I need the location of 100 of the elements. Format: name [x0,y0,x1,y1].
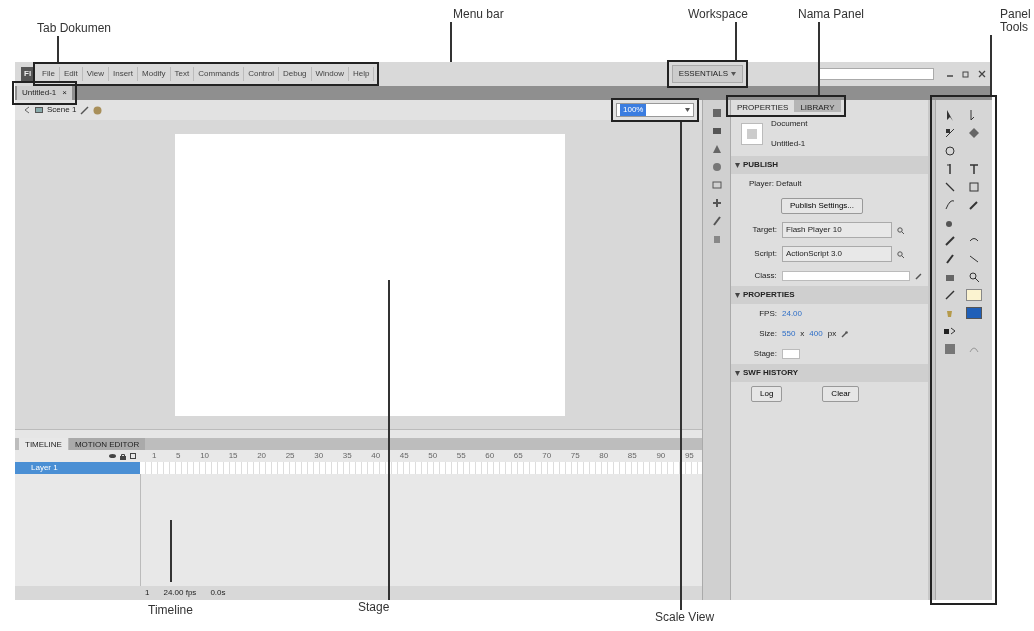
tool-button[interactable] [942,144,958,158]
timeline-status: 24.00 fps [163,587,197,599]
input-field[interactable] [781,271,911,281]
search-icon[interactable] [897,226,904,234]
panel-icon[interactable] [711,126,722,136]
callout-label: Scale View [655,611,715,625]
frame-number: 80 [599,450,609,462]
callout-label: Nama Panel [798,8,865,22]
close-icon[interactable] [978,70,986,78]
frame-number: 40 [371,450,381,462]
field-label: Class: [753,270,777,282]
frame-number: 75 [570,450,580,462]
pencil-icon[interactable] [915,272,922,280]
tool-icon [968,127,980,139]
color-swatch[interactable] [782,349,800,359]
fill-color-swatch[interactable] [966,307,982,319]
eye-icon[interactable] [109,452,116,459]
panel-button[interactable]: Clear [822,386,860,402]
tool-icon [944,199,956,211]
field-label: Size: [758,328,777,340]
menu-item[interactable]: Window [311,67,349,81]
frame-number: 15 [228,450,238,462]
frame-number: 55 [456,450,466,462]
timeline-status: 0.0s [210,587,226,599]
section-header[interactable]: SWF HISTORY [731,364,928,382]
menu-item[interactable]: View [82,67,109,81]
panel-tab[interactable]: PROPERTIES [731,100,795,112]
scene-label: Scene 1 [47,104,77,116]
tool-icon [944,181,956,193]
frame-number: 30 [314,450,324,462]
tool-icon [968,163,980,175]
menu-item[interactable]: Commands [194,67,245,81]
stroke-color-swatch[interactable] [966,289,982,301]
menu-item[interactable]: Modify [138,67,171,81]
scene-icon [35,106,43,114]
search-icon[interactable] [897,250,904,258]
outline-icon[interactable] [130,452,136,459]
panel-tab[interactable]: TIMELINE [19,438,68,450]
panel-icon[interactable] [711,216,722,226]
menu-item[interactable]: Insert [109,67,138,81]
frame-number: 90 [656,450,666,462]
frame-number: 95 [684,450,694,462]
swap-colors-icon[interactable] [944,326,956,336]
value-text[interactable]: 400 [809,328,823,340]
frame-number: 5 [176,450,181,462]
tool-icon [968,181,980,193]
edit-symbol-icon[interactable] [80,105,90,115]
tool-icon [968,271,980,283]
select-field[interactable]: Flash Player 10 [782,222,892,238]
settings-button[interactable]: Publish Settings... [781,198,864,214]
value-text[interactable]: 550 [782,328,796,340]
tab-close-button[interactable]: × [62,87,67,99]
tool-icon [944,127,956,139]
menu-item[interactable]: Help [349,67,375,81]
search-field[interactable] [819,68,934,80]
panel-icon[interactable] [711,198,722,208]
bucket-icon [945,308,955,318]
panel-icon[interactable] [711,162,722,172]
field-label: Player: Default [749,178,802,190]
tool-button[interactable] [966,270,982,284]
menu-item[interactable]: Control [244,67,279,81]
lock-icon[interactable] [120,452,126,460]
tool-icon [968,199,980,211]
menu-item[interactable]: Edit [60,67,83,81]
panel-icon[interactable] [711,180,722,190]
value-text[interactable]: 24.00 [782,308,803,320]
frame-number: 25 [285,450,295,462]
frame-number: 85 [627,450,637,462]
frame-number: 35 [342,450,352,462]
field-label: Stage: [752,348,777,360]
caret-icon [731,72,736,76]
pencil-icon [945,290,955,300]
menu-item[interactable]: File [38,67,60,81]
frame-number: 60 [485,450,495,462]
timeline-status: 1 [145,587,150,599]
horizontal-scrollbar[interactable] [15,429,702,438]
section-header[interactable]: PUBLISH [731,156,928,174]
document-icon [741,123,763,145]
restore-icon[interactable] [962,70,970,78]
panel-icon[interactable] [711,108,722,118]
caret-icon [685,108,690,112]
workspace-switcher[interactable]: ESSENTIALS [671,65,743,83]
frame-number: 50 [428,450,438,462]
zoom-dropdown[interactable]: 100% [616,103,694,117]
document-tab[interactable]: Untitled-1 × [17,86,72,100]
menu-item[interactable]: Text [170,67,195,81]
field-label: FPS: [758,308,777,320]
callout-line [450,22,452,62]
separator-text: x [800,328,805,340]
panel-icon[interactable] [711,144,722,154]
panel-button[interactable]: Log [751,386,783,402]
section-header[interactable]: PROPERTIES [731,286,928,304]
wrench-icon[interactable] [841,330,849,338]
callout-label: Panel Tools [1000,8,1032,35]
menu-item[interactable]: Debug [278,67,312,81]
panel-tab[interactable]: MOTION EDITOR [68,438,146,450]
frame-number: 45 [399,450,409,462]
frame-number: 65 [513,450,523,462]
select-field[interactable]: ActionScript 3.0 [782,246,892,262]
callout-label: Stage [358,601,390,615]
